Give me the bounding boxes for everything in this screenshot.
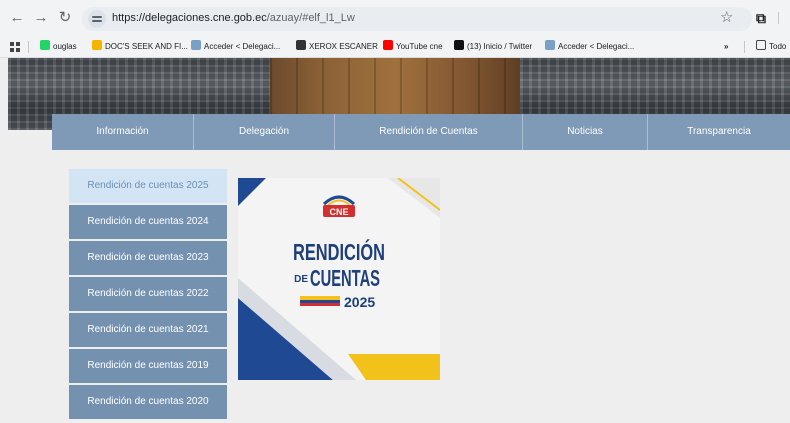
side-item-2023[interactable]: Rendición de cuentas 2023 bbox=[69, 241, 227, 275]
flag-stripe-blue bbox=[300, 300, 340, 303]
side-item-2022[interactable]: Rendición de cuentas 2022 bbox=[69, 277, 227, 311]
bookmark-label: ouglas bbox=[53, 42, 77, 51]
bookmark-item[interactable]: YouTube cne bbox=[383, 40, 443, 54]
side-item-2025[interactable]: Rendición de cuentas 2025 bbox=[69, 169, 227, 203]
bookmark-star-icon[interactable]: ☆ bbox=[720, 9, 733, 27]
forward-icon[interactable]: → bbox=[32, 9, 50, 27]
bookmark-item[interactable]: XEROX ESCANER bbox=[296, 40, 378, 54]
cne-logo-text: CNE bbox=[329, 207, 348, 217]
rendicion-cuentas-banner[interactable]: CNE RENDICIÓN DE CUENTAS 2025 bbox=[238, 178, 440, 380]
bookmark-favicon-icon bbox=[191, 40, 201, 50]
side-item-2020[interactable]: Rendición de cuentas 2020 bbox=[69, 385, 227, 419]
bookmark-favicon-icon bbox=[545, 40, 555, 50]
folder-icon bbox=[756, 40, 766, 50]
nav-transparencia[interactable]: Transparencia bbox=[648, 114, 790, 150]
url-host: https://delegaciones.cne.gob.ec bbox=[112, 12, 267, 24]
bookmark-favicon-icon bbox=[383, 40, 393, 50]
bookmark-label: Acceder < Delegaci... bbox=[558, 42, 635, 51]
nav-delegacion[interactable]: Delegación bbox=[194, 114, 335, 150]
bookmark-label: DOC'S SEEK AND FI... bbox=[105, 42, 188, 51]
url-path: /azuay/#elf_l1_Lw bbox=[266, 12, 355, 24]
apps-grid-icon[interactable] bbox=[10, 42, 20, 52]
nav-rendicion-de-cuentas[interactable]: Rendición de Cuentas bbox=[335, 114, 523, 150]
nav-noticias[interactable]: Noticias bbox=[523, 114, 648, 150]
browser-window: ← → ↻ https://delegaciones.cne.gob.ec/az… bbox=[0, 0, 790, 423]
all-bookmarks-folder[interactable]: Todo bbox=[756, 40, 786, 54]
bookmark-favicon-icon bbox=[454, 40, 464, 50]
address-bar[interactable]: https://delegaciones.cne.gob.ec/azuay/#e… bbox=[82, 7, 752, 31]
banner-year: 2025 bbox=[344, 294, 375, 310]
site-info-icon[interactable] bbox=[88, 10, 106, 28]
web-page: Información Delegación Rendición de Cuen… bbox=[0, 58, 790, 423]
nav-informacion[interactable]: Información bbox=[52, 114, 194, 150]
side-item-2024[interactable]: Rendición de cuentas 2024 bbox=[69, 205, 227, 239]
bookmark-item[interactable]: Acceder < Delegaci... bbox=[191, 40, 280, 54]
banner-line2-prefix: DE bbox=[294, 274, 308, 285]
bookmarks-bar: ouglas DOC'S SEEK AND FI... Acceder < Dele… bbox=[0, 36, 790, 58]
browser-toolbar: ← → ↻ https://delegaciones.cne.gob.ec/az… bbox=[0, 0, 790, 36]
bookmarks-overflow-icon[interactable]: » bbox=[724, 40, 728, 54]
bookmark-favicon-icon bbox=[40, 40, 50, 50]
bookmarks-divider bbox=[28, 41, 29, 53]
bookmark-label: XEROX ESCANER bbox=[309, 42, 378, 51]
bookmark-label: YouTube cne bbox=[396, 42, 443, 51]
flag-stripe-red bbox=[300, 303, 340, 306]
bookmark-item[interactable]: Acceder < Delegaci... bbox=[545, 40, 634, 54]
bookmarks-divider-right bbox=[744, 41, 745, 53]
bookmark-label: (13) Inicio / Twitter bbox=[467, 42, 533, 51]
bookmark-item[interactable]: ouglas bbox=[40, 40, 77, 54]
side-item-2019[interactable]: Rendición de cuentas 2019 bbox=[69, 349, 227, 383]
extensions-icon[interactable]: ⧉ bbox=[756, 9, 766, 27]
reload-icon[interactable]: ↻ bbox=[56, 9, 74, 27]
cne-logo: CNE bbox=[322, 195, 356, 217]
back-icon[interactable]: ← bbox=[8, 9, 26, 27]
toolbar-divider bbox=[778, 12, 779, 24]
bookmark-favicon-icon bbox=[296, 40, 306, 50]
all-bookmarks-label: Todo bbox=[769, 42, 787, 51]
flag-stripe-yellow bbox=[300, 296, 340, 300]
bookmark-label: Acceder < Delegaci... bbox=[204, 42, 281, 51]
bookmark-item[interactable]: DOC'S SEEK AND FI... bbox=[92, 40, 188, 54]
banner-line2: CUENTAS bbox=[310, 265, 380, 291]
url-text[interactable]: https://delegaciones.cne.gob.ec/azuay/#e… bbox=[112, 12, 355, 24]
bookmark-item[interactable]: (13) Inicio / Twitter bbox=[454, 40, 532, 54]
bookmark-favicon-icon bbox=[92, 40, 102, 50]
main-navigation: Información Delegación Rendición de Cuen… bbox=[52, 114, 790, 150]
side-item-2021[interactable]: Rendición de cuentas 2021 bbox=[69, 313, 227, 347]
banner-graphic: CNE RENDICIÓN DE CUENTAS 2025 bbox=[238, 178, 440, 380]
banner-line1: RENDICIÓN bbox=[293, 238, 385, 265]
